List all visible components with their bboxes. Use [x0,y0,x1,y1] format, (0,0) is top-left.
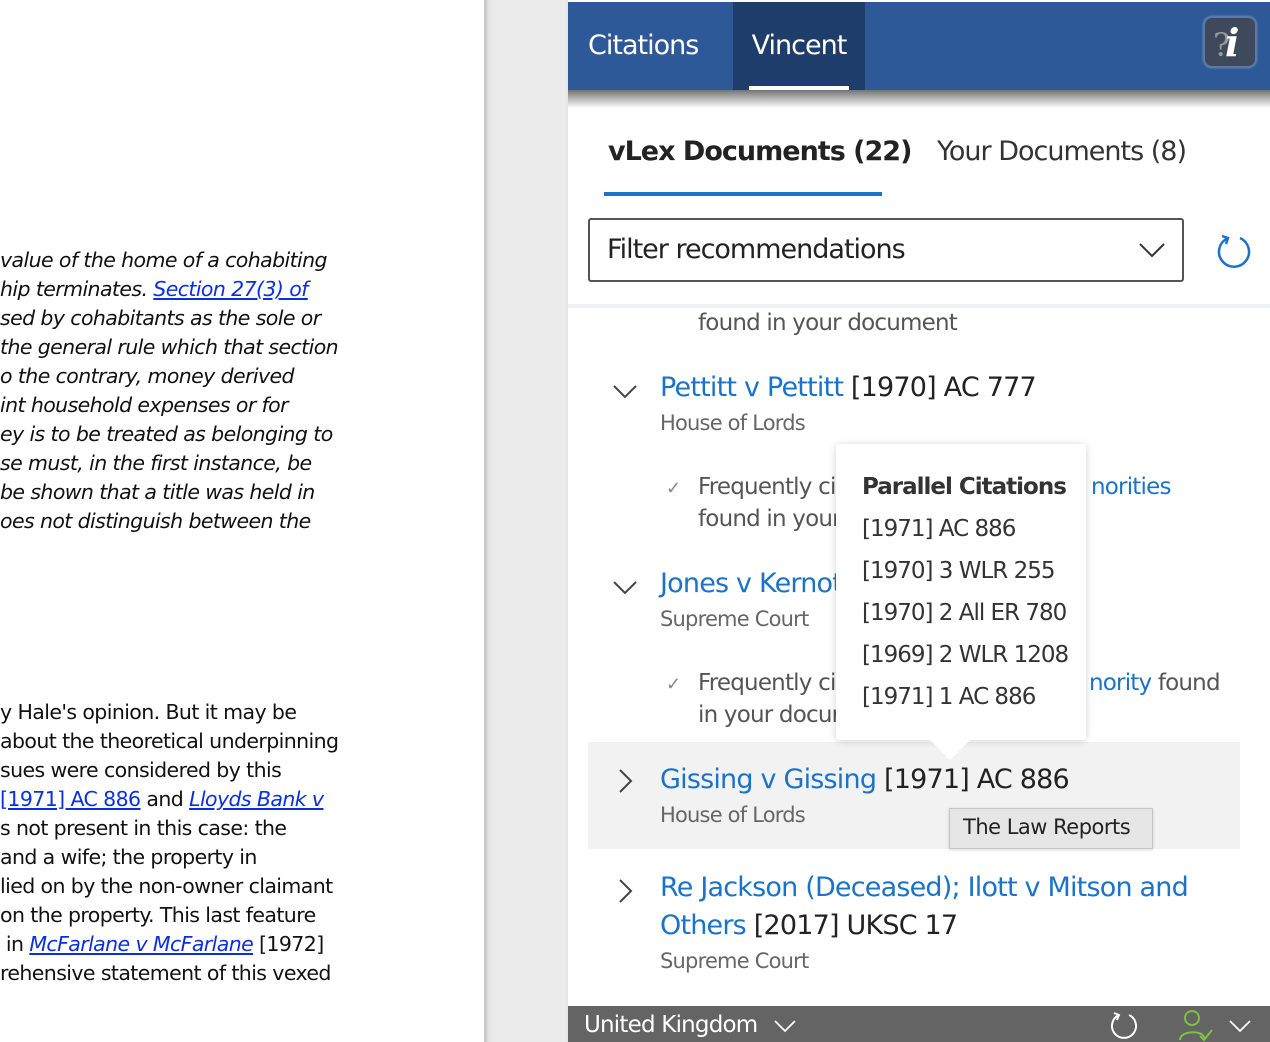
reason-tail: nority found [1089,670,1221,696]
chevron-right-icon[interactable] [612,878,638,904]
case-citation[interactable]: [1971] AC 886 [884,764,1070,795]
tab-vincent-label: Vincent [751,30,848,61]
popover-arrow [930,740,970,760]
case-link-gissing[interactable]: Gissing v Gissing [660,764,877,795]
header-shadow [568,90,1270,108]
document-subtabs: vLex Documents (22) Your Documents (8) [568,130,1270,200]
refresh-icon[interactable] [1109,1010,1139,1040]
doc-line: be shown that a title was held in [0,480,315,504]
document-paragraph: y Hale's opinion. But it may be about th… [0,698,339,988]
doc-line: rehensive statement of this vexed [0,961,331,985]
doc-line: hip terminates. Section 27(3) of [0,275,338,304]
filter-placeholder: Filter recommendations [607,234,906,265]
mcfarlane-link[interactable]: McFarlane v McFarlane [29,932,253,956]
case-citation: [1970] AC 777 [850,372,1037,403]
tab-vincent[interactable]: Vincent [733,2,865,90]
doc-text: hip terminates. [0,277,154,301]
list-item-title[interactable]: Re Jackson (Deceased); Ilott v Mitson an… [660,872,1189,903]
doc-line: lied on by the non-owner claimant [0,874,333,898]
reason-text-line2: found in your [698,506,842,532]
doc-line: int household expenses or for [0,393,289,417]
list-item-title-line2[interactable]: Others [2017] UKSC 17 [660,910,958,941]
doc-line: sues were considered by this [0,758,282,782]
pane-splitter[interactable] [484,0,568,1042]
doc-text: and [140,787,190,811]
doc-line: sed by cohabitants as the sole or [0,306,321,330]
reason-text: Frequently ci [698,474,836,500]
doc-line: and a wife; the property in [0,845,257,869]
doc-line: value of the home of a cohabiting [0,248,328,272]
region-selector[interactable]: United Kingdom [584,1012,758,1038]
court-label: Supreme Court [660,607,809,631]
parallel-citations-popover: Parallel Citations [1971] AC 886 [1970] … [836,444,1086,760]
gissing-citation-link[interactable]: [1971] AC 886 [0,787,141,811]
authority-link[interactable]: nority [1089,670,1152,696]
doc-line: [1971] AC 886 and Lloyds Bank v [0,785,338,814]
doc-text: in [0,932,30,956]
partial-reason-text: found in your document [698,310,958,336]
parallel-citation-item: [1971] 1 AC 886 [862,684,1036,710]
section-27-link[interactable]: Section 27(3) of [153,277,308,301]
chevron-right-icon[interactable] [612,768,638,794]
tab-citations[interactable]: Citations [568,2,718,90]
chevron-down-icon[interactable] [773,1018,797,1034]
lloyds-bank-link[interactable]: Lloyds Bank v [189,787,324,811]
refresh-icon[interactable] [1216,232,1252,268]
case-citation: [2017] UKSC 17 [753,910,958,941]
case-link-re-jackson-cont[interactable]: Others [660,910,747,941]
document-paragraph-italic: value of the home of a cohabiting hip te… [0,246,339,536]
parallel-citation-item: [1970] 3 WLR 255 [862,558,1055,584]
document-area[interactable]: value of the home of a cohabiting hip te… [0,0,486,1042]
check-icon: ✓ [666,478,682,498]
info-icon: i [1225,20,1240,65]
panel-header: Citations Vincent ? i [568,2,1270,90]
parallel-citation-item: [1971] AC 886 [862,516,1016,542]
reason-suffix: found [1151,670,1221,696]
doc-line: in McFarlane v McFarlane [1972] [0,930,338,959]
court-label: House of Lords [660,803,806,827]
chevron-down-icon[interactable] [1228,1018,1252,1034]
doc-line: ey is to be treated as belonging to [0,422,333,446]
check-icon: ✓ [666,674,682,694]
parallel-citation-item: [1970] 2 All ER 780 [862,600,1067,626]
doc-line: oes not distinguish between the [0,509,311,533]
list-item-title[interactable]: Gissing v Gissing [1971] AC 886 [660,764,1070,795]
subtab-your-documents[interactable]: Your Documents (8) [937,136,1187,167]
reason-text: Frequently ci [698,670,836,696]
parallel-citation-item: [1969] 2 WLR 1208 [862,642,1069,668]
chevron-down-icon[interactable] [612,378,638,404]
doc-line: o the contrary, money derived [0,364,295,388]
chevron-down-icon[interactable] [612,574,638,600]
subtab-vlex-documents[interactable]: vLex Documents (22) [608,136,912,167]
list-item-title[interactable]: Jones v Kernot [660,568,843,599]
filter-recommendations-dropdown[interactable]: Filter recommendations [588,218,1184,282]
list-item-title[interactable]: Pettitt v Pettitt [1970] AC 777 [660,372,1037,403]
court-label: House of Lords [660,411,806,435]
doc-text: [1972] [253,932,324,956]
chevron-down-icon [1139,243,1165,258]
doc-line: y Hale's opinion. But it may be [0,700,297,724]
doc-line: the general rule which that section [0,335,339,359]
doc-line: s not present in this case: the [0,816,287,840]
doc-line: on the property. This last feature [0,903,316,927]
doc-line: se must, in the first instance, be [0,451,312,475]
authorities-link[interactable]: norities [1091,474,1171,500]
help-info-button[interactable]: ? i [1203,16,1257,68]
tooltip-text: The Law Reports [963,815,1131,839]
reason-prefix: Frequently ci [698,474,836,500]
case-link-pettitt[interactable]: Pettitt v Pettitt [660,372,844,403]
user-verified-icon[interactable] [1178,1008,1214,1042]
reason-text-line2: in your docur [698,702,841,728]
popover-title: Parallel Citations [862,474,1067,500]
doc-line: about the theoretical underpinning [0,729,339,753]
panel-footer: United Kingdom [568,1006,1270,1042]
active-subtab-indicator [604,192,882,196]
tooltip: The Law Reports [949,808,1153,849]
court-label: Supreme Court [660,949,809,973]
case-link-re-jackson[interactable]: Re Jackson (Deceased); Ilott v Mitson an… [660,872,1189,903]
case-link-jones[interactable]: Jones v Kernot [660,568,843,599]
